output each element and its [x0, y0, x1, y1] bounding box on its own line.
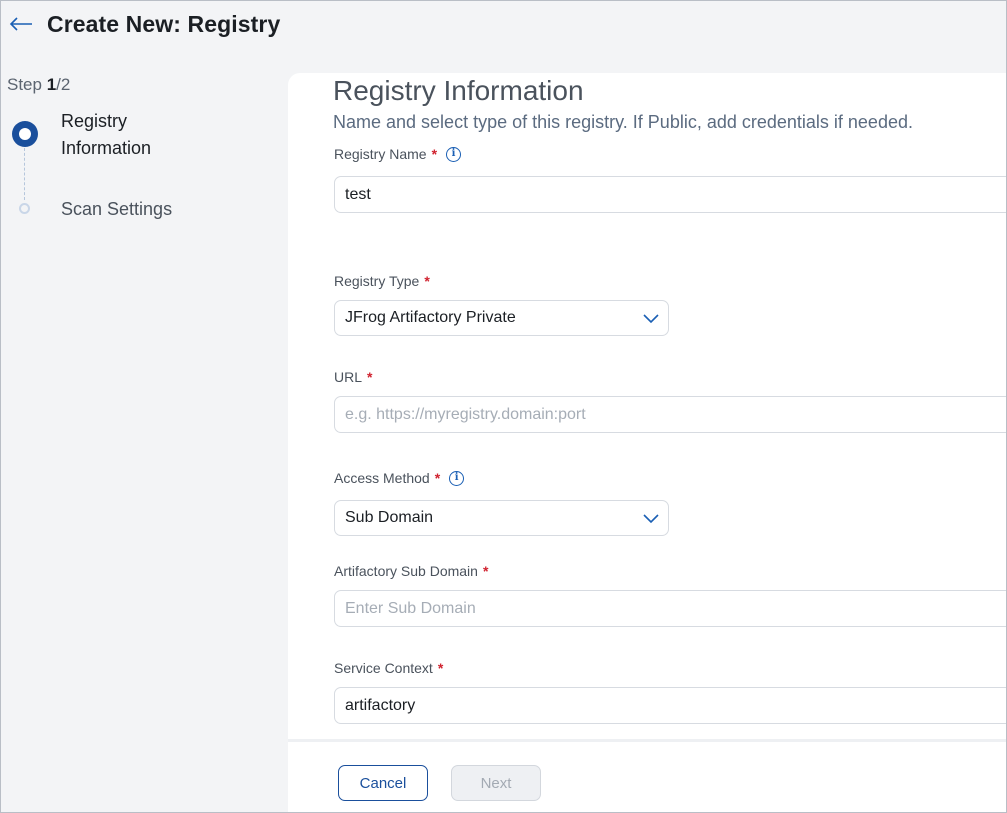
access-method-select[interactable]: Sub Domain	[334, 500, 669, 536]
step-current: 1	[46, 75, 57, 94]
page-header: Create New: Registry	[1, 1, 1006, 51]
registry-type-value: JFrog Artifactory Private	[345, 309, 516, 326]
service-context-label-text: Service Context	[334, 660, 433, 676]
service-context-label: Service Context *	[334, 660, 443, 676]
required-marker: *	[431, 146, 438, 162]
url-label: URL *	[334, 369, 372, 385]
cancel-button[interactable]: Cancel	[338, 765, 428, 801]
page-title: Create New: Registry	[47, 11, 281, 37]
url-input[interactable]	[334, 396, 1006, 433]
required-marker: *	[367, 369, 373, 385]
required-marker: *	[437, 660, 444, 676]
chevron-down-icon	[643, 314, 659, 324]
registry-name-label-text: Registry Name	[334, 146, 427, 162]
back-button[interactable]	[7, 11, 35, 37]
step-pending-indicator	[19, 203, 30, 214]
step-registry-information[interactable]: Registry Information	[61, 108, 201, 162]
url-label-text: URL	[334, 369, 363, 385]
info-icon[interactable]: i	[446, 146, 462, 162]
access-method-label: Access Method * i	[334, 470, 465, 486]
step-scan-settings[interactable]: Scan Settings	[61, 197, 172, 221]
stepper-connector	[24, 148, 25, 200]
sub-domain-input[interactable]	[334, 590, 1006, 627]
access-method-value: Sub Domain	[345, 509, 434, 526]
access-method-label-text: Access Method	[334, 470, 430, 486]
step-word: Step	[7, 75, 47, 94]
sub-domain-label-text: Artifactory Sub Domain	[334, 563, 478, 579]
next-button[interactable]: Next	[451, 765, 541, 801]
step-counter: Step 1/2	[7, 75, 70, 95]
chevron-down-icon	[643, 514, 659, 524]
service-context-input[interactable]	[334, 687, 1006, 724]
required-marker: *	[424, 273, 430, 289]
section-subtitle: Name and select type of this registry. I…	[333, 112, 913, 132]
registry-type-label: Registry Type *	[334, 273, 430, 289]
required-marker: *	[434, 470, 441, 486]
required-marker: *	[482, 563, 489, 579]
step-total: /2	[56, 75, 71, 94]
registry-type-select[interactable]: JFrog Artifactory Private	[334, 300, 669, 336]
footer-divider	[288, 739, 1006, 742]
app-window: Create New: Registry Step 1/2 Registry I…	[0, 0, 1007, 813]
info-icon[interactable]: i	[449, 470, 465, 486]
section-title: Registry Information	[333, 75, 584, 106]
registry-type-label-text: Registry Type	[334, 273, 420, 289]
step-active-indicator	[12, 121, 38, 147]
registry-name-input[interactable]	[334, 176, 1006, 213]
arrow-left-icon	[9, 17, 32, 31]
sub-domain-label: Artifactory Sub Domain *	[334, 563, 488, 579]
registry-name-label: Registry Name * i	[334, 146, 462, 162]
